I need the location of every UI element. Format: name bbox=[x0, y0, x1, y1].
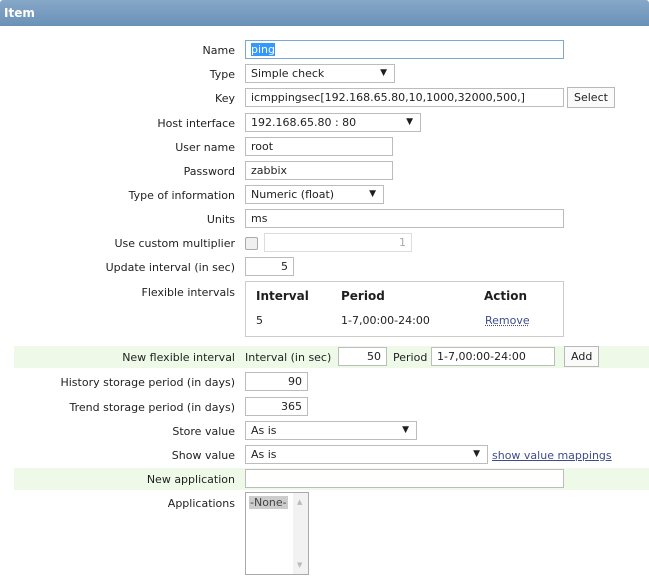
custom-multiplier-label: Use custom multiplier bbox=[114, 237, 235, 250]
type-of-information-select[interactable]: Numeric (float) ▼ bbox=[245, 185, 384, 204]
trend-input[interactable]: 365 bbox=[245, 397, 308, 416]
password-label: Password bbox=[183, 165, 235, 178]
new-application-input[interactable] bbox=[245, 469, 564, 488]
key-label: Key bbox=[215, 92, 235, 105]
select-key-button[interactable]: Select bbox=[567, 87, 615, 108]
type-select[interactable]: Simple check ▼ bbox=[245, 64, 395, 83]
dropdown-arrow-icon: ▼ bbox=[406, 117, 413, 127]
units-label: Units bbox=[206, 213, 235, 226]
flexible-intervals-table: Interval Period Action 5 1-7,00:00-24:00… bbox=[245, 281, 564, 337]
item-header: Item bbox=[0, 0, 649, 26]
applications-option[interactable]: -None- bbox=[249, 496, 288, 509]
show-value-label: Show value bbox=[171, 449, 235, 462]
trend-label: Trend storage period (in days) bbox=[69, 401, 236, 414]
dropdown-arrow-icon: ▼ bbox=[380, 68, 387, 78]
update-interval-input[interactable]: 5 bbox=[245, 257, 294, 276]
type-of-information-value: Numeric (float) bbox=[251, 188, 335, 201]
user-name-label: User name bbox=[175, 141, 235, 154]
applications-label: Applications bbox=[167, 497, 235, 510]
history-input[interactable]: 90 bbox=[245, 372, 308, 391]
store-value-label: Store value bbox=[172, 425, 235, 438]
interval-in-sec-label: Interval (in sec) bbox=[245, 351, 332, 364]
applications-listbox[interactable]: -None- ▲ ▼ bbox=[245, 492, 309, 575]
show-value-value: As is bbox=[251, 448, 277, 461]
update-interval-label: Update interval (in sec) bbox=[105, 261, 235, 274]
store-value-value: As is bbox=[251, 424, 277, 437]
dropdown-arrow-icon: ▼ bbox=[369, 189, 376, 199]
history-label: History storage period (in days) bbox=[60, 376, 235, 389]
user-name-input[interactable]: root bbox=[245, 137, 393, 156]
scroll-up-icon[interactable]: ▲ bbox=[297, 498, 302, 506]
period-cell: 1-7,00:00-24:00 bbox=[341, 314, 430, 327]
show-value-select[interactable]: As is ▼ bbox=[245, 445, 488, 464]
show-value-mappings-link[interactable]: show value mappings bbox=[492, 449, 612, 462]
remove-link[interactable]: Remove bbox=[485, 314, 530, 327]
store-value-select[interactable]: As is ▼ bbox=[245, 421, 417, 440]
type-value: Simple check bbox=[251, 67, 325, 80]
host-interface-value: 192.168.65.80 : 80 bbox=[251, 116, 357, 129]
new-flexible-interval-label: New flexible interval bbox=[122, 351, 235, 364]
new-interval-input[interactable]: 50 bbox=[338, 347, 387, 366]
units-input[interactable]: ms bbox=[245, 209, 564, 228]
password-input[interactable]: zabbix bbox=[245, 161, 393, 180]
name-value: ping bbox=[251, 43, 275, 56]
action-header: Action bbox=[484, 289, 528, 303]
interval-cell: 5 bbox=[256, 314, 263, 327]
name-label: Name bbox=[202, 44, 235, 57]
custom-multiplier-checkbox[interactable] bbox=[245, 237, 258, 250]
new-period-input[interactable]: 1-7,00:00-24:00 bbox=[431, 347, 555, 366]
host-interface-label: Host interface bbox=[157, 117, 235, 130]
type-of-information-label: Type of information bbox=[128, 189, 235, 202]
scrollbar[interactable]: ▲ ▼ bbox=[293, 493, 308, 574]
scroll-down-icon[interactable]: ▼ bbox=[297, 561, 302, 569]
key-input[interactable]: icmppingsec[192.168.65.80,10,1000,32000,… bbox=[245, 88, 564, 107]
multiplier-input[interactable]: 1 bbox=[264, 233, 412, 252]
name-input[interactable]: ping bbox=[245, 40, 564, 59]
new-application-label: New application bbox=[146, 473, 235, 486]
dropdown-arrow-icon: ▼ bbox=[473, 449, 480, 459]
period-header: Period bbox=[341, 289, 385, 303]
period-label: Period bbox=[393, 351, 428, 364]
dropdown-arrow-icon: ▼ bbox=[402, 425, 409, 435]
type-label: Type bbox=[209, 68, 235, 81]
add-flexible-interval-button[interactable]: Add bbox=[564, 346, 600, 367]
host-interface-select[interactable]: 192.168.65.80 : 80 ▼ bbox=[245, 113, 421, 132]
flexible-intervals-label: Flexible intervals bbox=[141, 286, 236, 299]
interval-header: Interval bbox=[256, 289, 309, 303]
